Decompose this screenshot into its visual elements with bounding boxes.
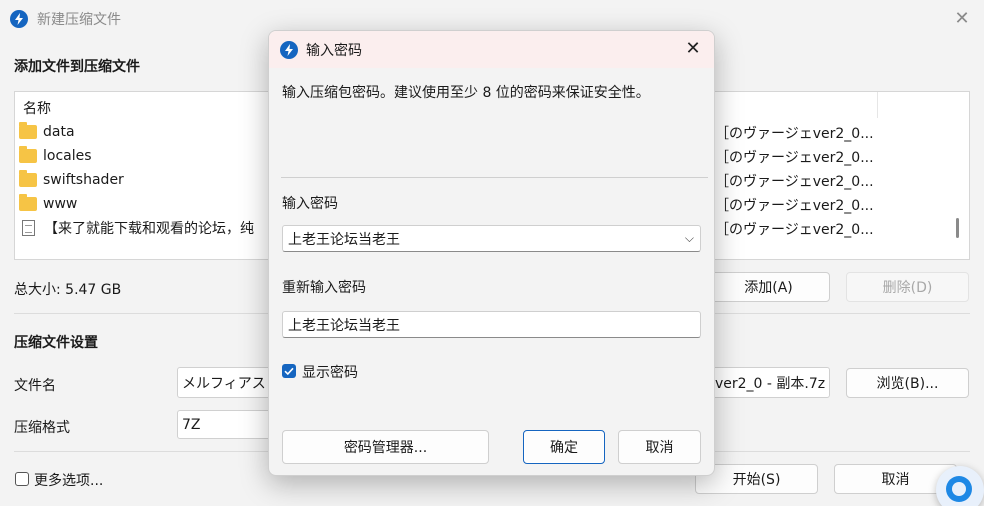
folder-icon <box>19 170 37 187</box>
dialog-cancel-button[interactable]: 取消 <box>618 430 701 464</box>
password-dialog: 输入密码 ✕ 输入压缩包密码。建议使用至少 8 位的密码来保证安全性。 输入密码… <box>268 30 715 476</box>
total-size: 总大小: 5.47 GB <box>14 282 122 298</box>
filename-label: 文件名 <box>14 378 56 394</box>
assistant-bubble-icon[interactable] <box>936 466 984 506</box>
add-button[interactable]: 添加(A) <box>707 272 830 302</box>
confirm-password-label: 重新输入密码 <box>282 280 366 296</box>
files-heading: 添加文件到压缩文件 <box>14 59 140 75</box>
column-divider <box>877 92 878 118</box>
close-icon[interactable]: ✕ <box>681 38 705 60</box>
dialog-title-bar: 输入密码 ✕ <box>269 31 714 68</box>
list-item[interactable]: www <box>19 192 259 216</box>
delete-button[interactable]: 删除(D) <box>846 272 969 302</box>
folder-icon <box>19 146 37 163</box>
lightning-bolt-icon <box>280 41 298 59</box>
more-options-label: 更多选项... <box>34 473 104 489</box>
list-item[interactable]: data <box>19 120 259 144</box>
password-manager-button[interactable]: 密码管理器... <box>282 430 489 464</box>
window-title: 新建压缩文件 <box>37 12 121 28</box>
show-password-checkbox[interactable] <box>282 364 296 378</box>
folder-icon <box>19 194 37 211</box>
browse-button[interactable]: 浏览(B)... <box>846 368 969 398</box>
list-item[interactable]: locales <box>19 144 259 168</box>
ok-button[interactable]: 确定 <box>523 430 605 464</box>
dialog-description: 输入压缩包密码。建议使用至少 8 位的密码来保证安全性。 <box>282 85 650 101</box>
list-item-location: ［のヴァージェver2_0... <box>715 126 874 142</box>
chevron-down-icon[interactable]: ⌵ <box>685 231 694 246</box>
password-label: 输入密码 <box>282 196 338 212</box>
show-password-label: 显示密码 <box>302 365 358 381</box>
list-item-location: ［のヴァージェver2_0... <box>715 174 874 190</box>
scrollbar-thumb[interactable] <box>956 218 959 238</box>
close-icon[interactable]: ✕ <box>950 8 974 30</box>
folder-icon <box>19 122 37 139</box>
settings-heading: 压缩文件设置 <box>14 335 98 351</box>
list-item-location: ［のヴァージェver2_0... <box>715 222 874 238</box>
dialog-title: 输入密码 <box>306 43 362 59</box>
column-header-name[interactable]: 名称 <box>23 98 51 118</box>
document-icon <box>22 220 35 236</box>
list-item[interactable]: 【来了就能下载和观看的论坛，纯 <box>19 216 259 240</box>
lightning-bolt-icon <box>10 10 28 28</box>
more-options-checkbox[interactable] <box>15 472 29 486</box>
format-label: 压缩格式 <box>14 420 70 436</box>
password-input[interactable]: 上老王论坛当老王 ⌵ <box>282 225 701 252</box>
list-item[interactable]: swiftshader <box>19 168 259 192</box>
divider <box>281 177 708 178</box>
confirm-password-input[interactable]: 上老王论坛当老王 <box>282 311 701 338</box>
list-item-location: ［のヴァージェver2_0... <box>715 150 874 166</box>
list-item-location: ［のヴァージェver2_0... <box>715 198 874 214</box>
